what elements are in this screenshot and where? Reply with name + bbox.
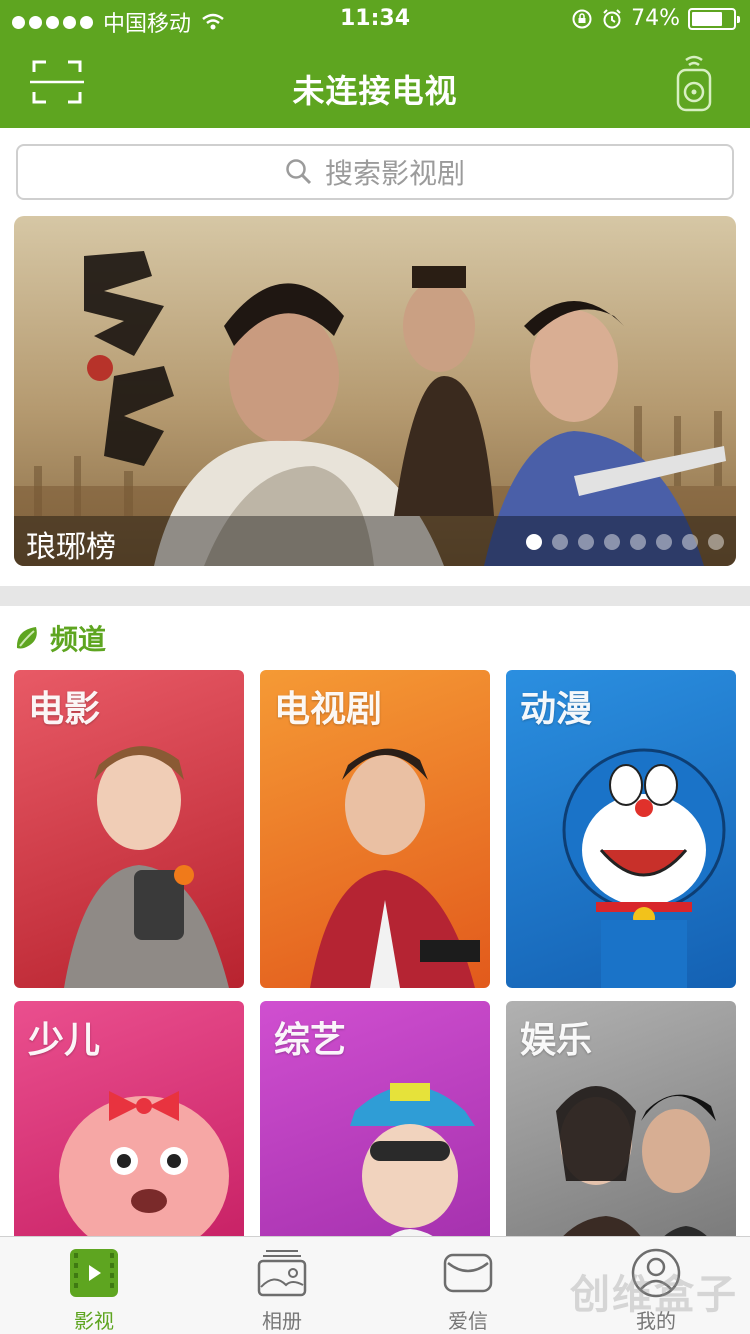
film-icon xyxy=(70,1249,118,1297)
nav-bar: 未连接电视 xyxy=(0,40,750,128)
watermark-logo: 创维盒子 xyxy=(570,1272,738,1318)
pager-dot[interactable] xyxy=(682,534,698,550)
battery-level xyxy=(692,11,722,26)
pager-dot[interactable] xyxy=(526,534,542,550)
pager-dot[interactable] xyxy=(604,534,620,550)
tab-label: 影视 xyxy=(74,1309,114,1333)
pager-dot[interactable] xyxy=(630,534,646,550)
page-title: 未连接电视 xyxy=(292,72,458,110)
channel-label: 动漫 xyxy=(520,689,593,730)
pager-dot[interactable] xyxy=(708,534,724,550)
header: 中国移动 11:34 74% 未连接电视 xyxy=(0,0,750,128)
section-header: 频道 xyxy=(14,618,106,658)
section-divider xyxy=(0,586,750,606)
search-placeholder: 搜索影视剧 xyxy=(324,157,465,190)
banner-pager[interactable] xyxy=(526,534,724,550)
channel-label: 少儿 xyxy=(28,1020,101,1061)
rotation-lock-icon xyxy=(572,9,592,28)
banner-artwork xyxy=(14,251,736,566)
channel-tile-entertainment[interactable]: 娱乐 xyxy=(506,1001,736,1236)
banner-title: 琅琊榜 xyxy=(26,530,116,565)
battery-icon xyxy=(688,7,740,30)
tab-album[interactable]: 相册 xyxy=(222,1247,342,1334)
album-icon xyxy=(257,1250,307,1297)
channel-label: 综艺 xyxy=(274,1020,347,1061)
channel-grid: 电影 电视剧 动漫 少儿 综艺 娱乐 xyxy=(14,670,736,1236)
pager-dot[interactable] xyxy=(552,534,568,550)
channel-label: 电影 xyxy=(28,689,101,730)
channel-tile-tv-series[interactable]: 电视剧 xyxy=(260,670,490,988)
search-input[interactable]: 搜索影视剧 xyxy=(16,144,734,200)
remote-control-icon[interactable] xyxy=(674,52,714,114)
channel-tile-kids[interactable]: 少儿 xyxy=(14,1001,244,1236)
message-icon xyxy=(443,1253,493,1293)
channel-tile-movie[interactable]: 电影 xyxy=(14,670,244,988)
channel-tile-variety[interactable]: 综艺 xyxy=(260,1001,490,1236)
alarm-icon xyxy=(603,8,621,28)
status-bar: 中国移动 11:34 74% xyxy=(0,0,750,40)
banner-caption: 琅琊榜 xyxy=(14,516,736,566)
featured-banner[interactable]: 琅琊榜 xyxy=(14,216,736,566)
battery-percent: 74% xyxy=(631,6,680,31)
pager-dot[interactable] xyxy=(578,534,594,550)
channel-tile-anime[interactable]: 动漫 xyxy=(506,670,736,988)
leaf-icon xyxy=(16,627,37,649)
tab-label: 相册 xyxy=(262,1309,302,1333)
tab-label: 爱信 xyxy=(448,1309,488,1333)
tab-message[interactable]: 爱信 xyxy=(408,1247,528,1334)
channel-label: 娱乐 xyxy=(520,1020,593,1061)
tab-film[interactable]: 影视 xyxy=(34,1247,154,1334)
channel-label: 电视剧 xyxy=(274,689,383,730)
section-title: 频道 xyxy=(50,623,107,656)
pager-dot[interactable] xyxy=(656,534,672,550)
search-icon xyxy=(286,159,312,185)
